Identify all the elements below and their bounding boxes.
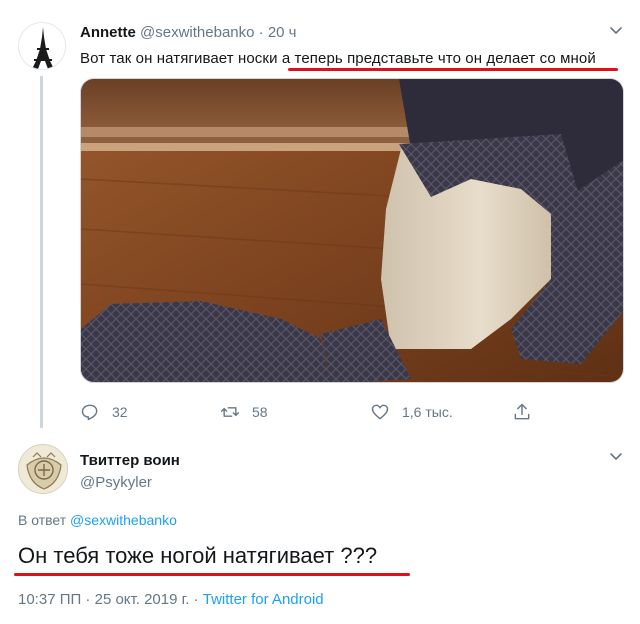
tweet-text-highlight: а теперь представьте что он делает со мн… [281, 50, 596, 67]
like-count: 1,6 тыс. [402, 404, 453, 420]
timestamp-text[interactable]: 10:37 ПП · 25 окт. 2019 г. · [18, 591, 203, 608]
tweet-photo[interactable] [80, 78, 624, 383]
author-name[interactable]: Annette [80, 24, 136, 41]
retweet-count: 58 [252, 404, 268, 420]
reply-mention-link[interactable]: @sexwithebanko [70, 512, 177, 528]
reply-timestamp: 10:37 ПП · 25 окт. 2019 г. · Twitter for… [18, 591, 324, 608]
source-link[interactable]: Twitter for Android [203, 591, 324, 608]
replying-to: В ответ @sexwithebanko [18, 512, 177, 528]
retweet-action[interactable]: 58 [220, 402, 268, 422]
thread-line [40, 76, 43, 428]
reply-action[interactable]: 32 [80, 402, 128, 422]
share-action[interactable] [512, 402, 544, 422]
photo-image [81, 79, 623, 382]
reply-count: 32 [112, 404, 128, 420]
share-icon[interactable] [512, 402, 532, 422]
reply-tweet[interactable]: Твиттер воин @Psykyler В ответ @sexwithe… [0, 440, 640, 624]
like-action[interactable]: 1,6 тыс. [370, 402, 453, 422]
red-underline [288, 68, 618, 71]
red-underline [14, 573, 410, 576]
reply-icon[interactable] [80, 402, 100, 422]
like-icon[interactable] [370, 402, 390, 422]
original-tweet[interactable]: Annette @sexwithebanko · 20 ч Вот так он… [0, 0, 640, 440]
eiffel-tower-avatar-image [19, 23, 65, 69]
tweet-actions: 32 58 1,6 тыс. [80, 402, 624, 424]
author-handle[interactable]: @sexwithebanko [140, 24, 254, 41]
reply-prefix: В ответ [18, 512, 67, 528]
separator-dot: · [258, 24, 264, 41]
tweet-text: Вот так он натягивает носки а теперь пре… [80, 50, 596, 67]
tweet-header: Annette @sexwithebanko · 20 ч [80, 24, 297, 41]
avatar[interactable] [18, 22, 66, 70]
retweet-icon[interactable] [220, 402, 240, 422]
chevron-down-icon[interactable] [609, 450, 623, 464]
avatar[interactable] [18, 444, 68, 494]
reply-author-handle[interactable]: @Psykyler [80, 474, 152, 491]
reply-text: Он тебя тоже ногой натягивает ??? [18, 543, 378, 568]
crest-avatar-image [19, 445, 67, 493]
tweet-time[interactable]: 20 ч [268, 24, 297, 41]
tweet-text-plain: Вот так он натягивает носки [80, 50, 282, 67]
reply-author-name[interactable]: Твиттер воин [80, 452, 180, 469]
chevron-down-icon[interactable] [609, 24, 623, 38]
